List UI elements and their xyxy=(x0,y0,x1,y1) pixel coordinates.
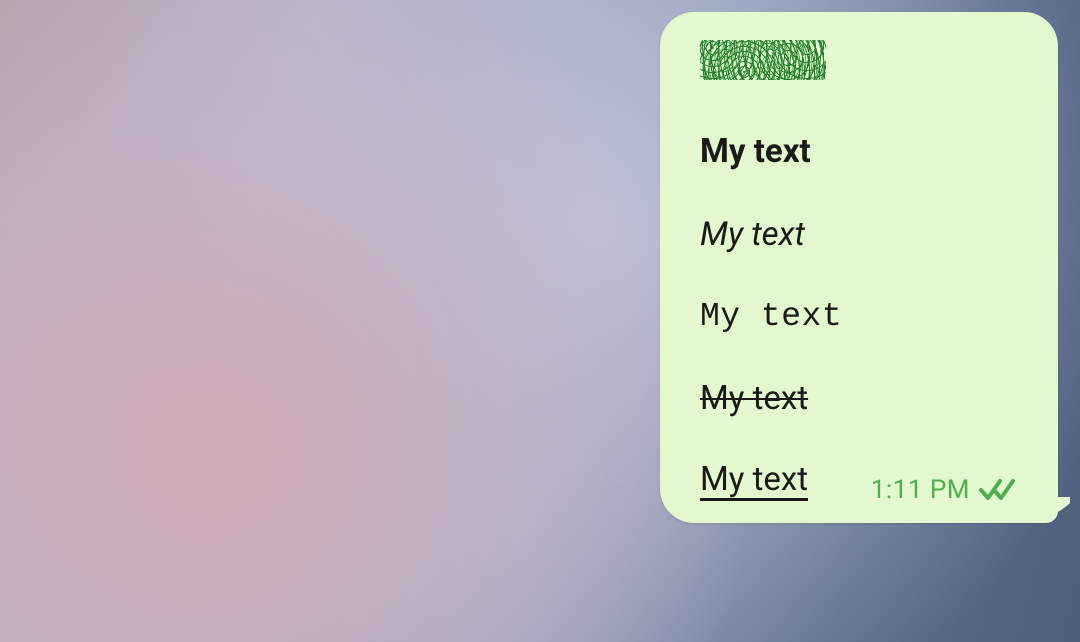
double-check-icon xyxy=(978,477,1018,503)
message-line-monospace: My text xyxy=(700,299,1018,335)
message-line-strikethrough: My text xyxy=(700,381,1018,417)
message-line-spoiler[interactable] xyxy=(700,40,1018,88)
spoiler-noise xyxy=(700,40,826,80)
message-bubble: My text My text My text My text My text … xyxy=(660,12,1058,523)
message-line-italic: My text xyxy=(700,217,1018,253)
chat-area: My text My text My text My text My text … xyxy=(0,0,1080,642)
message-line-underline: My text xyxy=(700,463,808,501)
spoiler-mask[interactable] xyxy=(700,40,826,80)
message-timestamp: 1:11 PM xyxy=(871,475,970,505)
outgoing-message[interactable]: My text My text My text My text My text … xyxy=(660,12,1058,523)
message-line-bold: My text xyxy=(700,134,1018,170)
message-content: My text My text My text My text My text xyxy=(700,40,1018,501)
